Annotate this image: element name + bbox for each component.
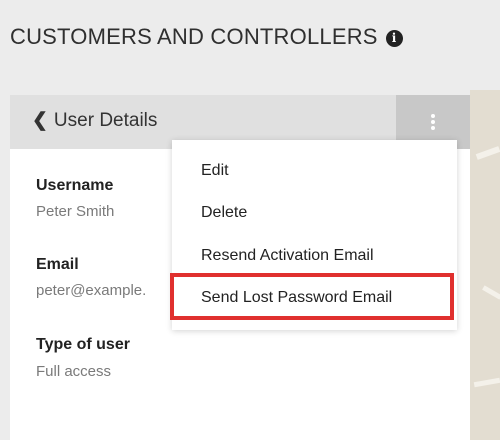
user-type-value: Full access	[36, 363, 112, 380]
vertical-dots-icon	[431, 114, 435, 118]
info-circle-icon[interactable]: i	[385, 30, 403, 47]
email-value: peter@example.	[36, 282, 147, 299]
panel-title: User Details	[53, 110, 158, 131]
page-header: CUSTOMERS AND CONTROLLERS i	[0, 0, 500, 90]
username-value: Peter Smith	[36, 203, 115, 220]
username-label: Username	[36, 177, 114, 194]
highlight-box	[170, 273, 454, 320]
chevron-left-icon: ❮	[32, 110, 48, 131]
menu-item-delete[interactable]: Delete	[201, 204, 247, 222]
email-label: Email	[36, 256, 79, 273]
page-title-text: CUSTOMERS AND CONTROLLERS	[10, 24, 378, 49]
map-background	[470, 90, 500, 440]
vertical-dot	[431, 120, 435, 124]
back-button[interactable]: ❮ User Details	[32, 109, 157, 135]
menu-item-resend-activation-email[interactable]: Resend Activation Email	[201, 247, 374, 265]
user-type-label: Type of user	[36, 336, 130, 353]
page-title: CUSTOMERS AND CONTROLLERS i	[10, 24, 403, 50]
menu-item-edit[interactable]: Edit	[201, 162, 229, 180]
vertical-dot	[431, 126, 435, 130]
